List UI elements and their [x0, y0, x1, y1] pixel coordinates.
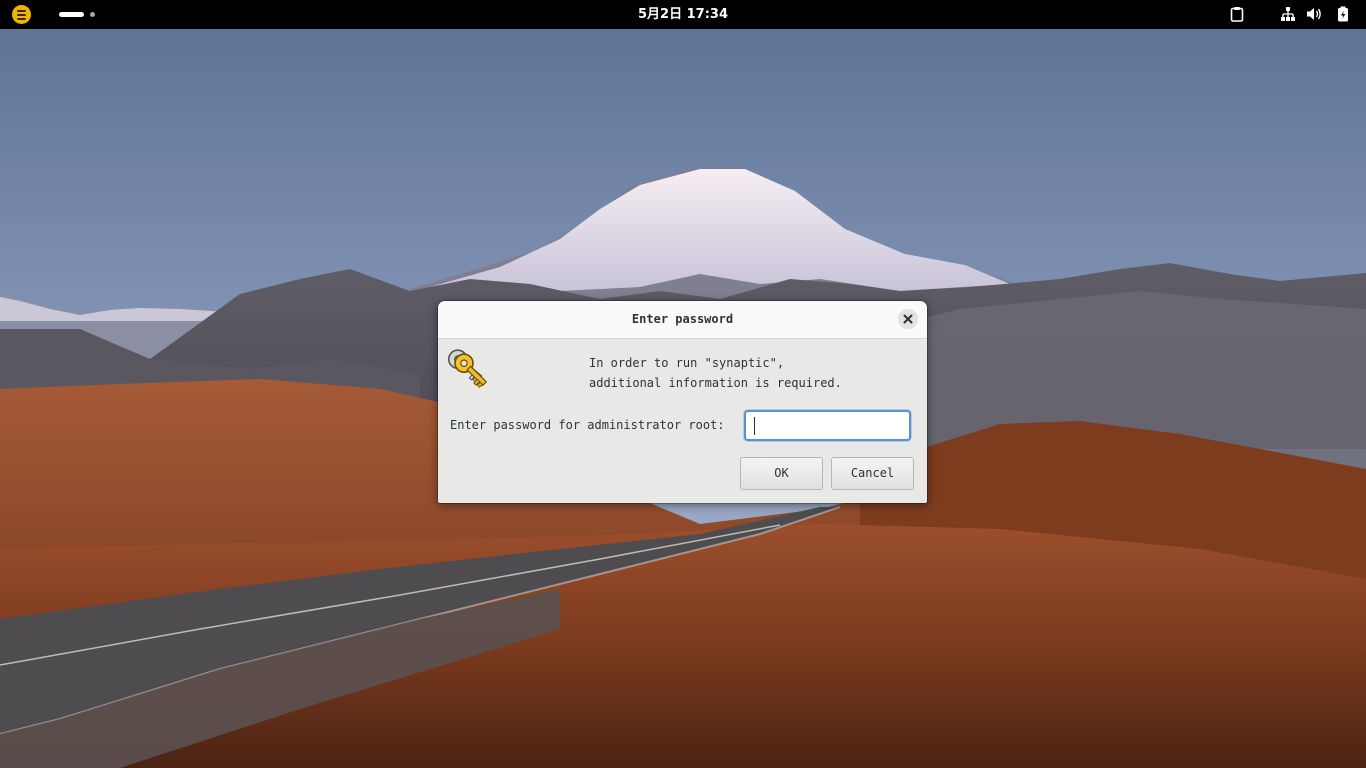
network-icon[interactable] — [1280, 6, 1296, 22]
battery-icon[interactable] — [1335, 6, 1351, 22]
clipboard-icon[interactable] — [1229, 6, 1245, 22]
password-dialog: Enter password In order to run "synaptic… — [438, 301, 927, 503]
dialog-message-line2: additional information is required. — [589, 376, 842, 390]
password-input[interactable] — [744, 410, 911, 441]
close-button[interactable] — [898, 309, 918, 329]
top-panel: 5月2日 17:34 — [0, 0, 1366, 29]
volume-icon[interactable] — [1306, 6, 1322, 22]
desktop: 5月2日 17:34 Enter password In order to ru… — [0, 0, 1366, 768]
workspace-indicator-active[interactable] — [59, 12, 84, 17]
close-icon — [903, 314, 913, 324]
cancel-button[interactable]: Cancel — [831, 457, 914, 490]
password-label: Enter password for administrator root: — [450, 418, 725, 432]
text-caret — [754, 417, 755, 435]
workspace-indicator-inactive[interactable] — [90, 12, 95, 17]
activities-icon[interactable] — [12, 5, 31, 24]
clock[interactable]: 5月2日 17:34 — [0, 0, 1366, 29]
ok-button[interactable]: OK — [740, 457, 823, 490]
dialog-title: Enter password — [631, 312, 734, 326]
dialog-message-line1: In order to run "synaptic", — [589, 356, 785, 370]
dialog-header: Enter password — [438, 301, 927, 339]
keys-icon — [447, 349, 488, 388]
